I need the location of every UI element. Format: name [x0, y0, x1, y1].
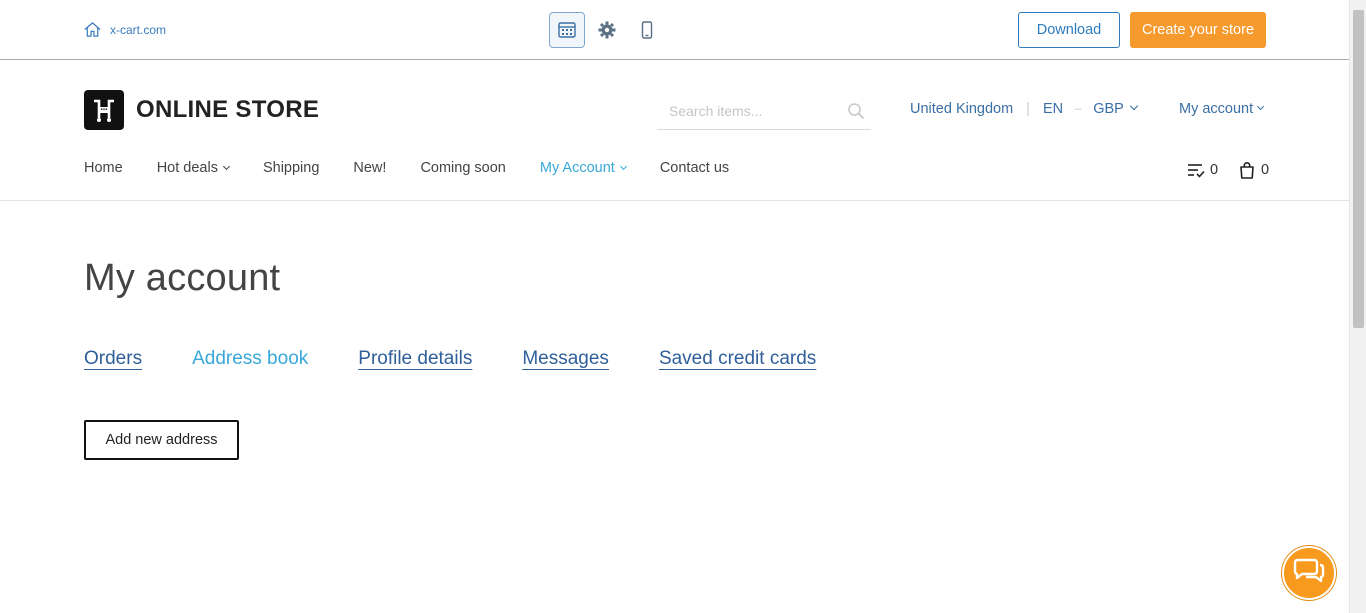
nav-item-new[interactable]: New!: [353, 160, 386, 176]
locale-divider: |: [1026, 101, 1030, 117]
search-icon[interactable]: [847, 102, 865, 120]
header-divider: [0, 200, 1349, 201]
mobile-phone-icon: [641, 21, 653, 39]
tab-messages[interactable]: Messages: [522, 348, 609, 370]
store-logo[interactable]: ONLINE STORE: [84, 90, 319, 130]
nav-item-label: Home: [84, 160, 123, 176]
settings-view-button[interactable]: [589, 12, 625, 48]
main-nav: Home Hot deals Shipping New! Coming soon…: [84, 160, 763, 176]
language-label[interactable]: EN: [1043, 101, 1063, 117]
nav-item-my-account[interactable]: My Account: [539, 160, 627, 176]
home-link-label: x-cart.com: [110, 22, 167, 37]
chevron-down-icon: [1257, 102, 1265, 110]
home-icon: [84, 22, 101, 37]
xcart-home-link[interactable]: x-cart.com: [83, 20, 166, 39]
country-label[interactable]: United Kingdom: [910, 101, 1013, 117]
cart-logo-icon: [94, 99, 114, 122]
add-new-address-button[interactable]: Add new address: [84, 420, 239, 460]
nav-item-coming-soon[interactable]: Coming soon: [420, 160, 505, 176]
nav-item-label: Shipping: [262, 160, 320, 176]
currency-label[interactable]: GBP: [1093, 101, 1124, 117]
cart-count: 0: [1261, 162, 1270, 178]
demo-topbar: x-cart.com Download Create your store: [0, 0, 1349, 60]
calendar-icon: [558, 22, 576, 38]
tab-profile-details[interactable]: Profile details: [358, 348, 472, 370]
page-scrollbar[interactable]: [1349, 0, 1366, 613]
compare-list-icon: [1188, 164, 1205, 178]
view-switcher: [549, 12, 665, 48]
chevron-down-icon: [1129, 101, 1139, 111]
my-account-label: My account: [1179, 101, 1254, 117]
scrollbar-thumb[interactable]: [1353, 10, 1364, 328]
locale-dash: –: [1075, 103, 1082, 115]
live-chat-button[interactable]: [1282, 546, 1336, 600]
compare-list-link[interactable]: 0: [1187, 161, 1218, 179]
nav-item-shipping[interactable]: Shipping: [263, 160, 319, 176]
locale-selector[interactable]: United Kingdom | EN – GBP: [910, 101, 1139, 117]
nav-item-label: Hot deals: [156, 160, 218, 176]
store-name: ONLINE STORE: [136, 96, 320, 123]
tab-orders[interactable]: Orders: [84, 348, 142, 370]
nav-item-label: Coming soon: [420, 160, 506, 176]
chevron-down-icon: [222, 162, 230, 170]
tab-address-book[interactable]: Address book: [192, 348, 308, 370]
logo-mark: [84, 90, 124, 130]
chat-bubbles-icon: [1293, 558, 1325, 583]
nav-item-label: Contact us: [659, 160, 730, 176]
download-button[interactable]: Download: [1018, 12, 1120, 48]
nav-item-label: New!: [353, 160, 387, 176]
chevron-down-icon: [619, 162, 627, 170]
compare-count: 0: [1210, 162, 1219, 178]
desktop-view-button[interactable]: [549, 12, 585, 48]
my-account-dropdown[interactable]: My account: [1179, 101, 1265, 117]
account-tabs: Orders Address book Profile details Mess…: [84, 348, 866, 370]
nav-item-home[interactable]: Home: [84, 160, 123, 176]
tab-saved-credit-cards[interactable]: Saved credit cards: [659, 348, 816, 370]
mobile-view-button[interactable]: [629, 12, 665, 48]
nav-item-label: My Account: [539, 160, 615, 176]
create-store-button[interactable]: Create your store: [1130, 12, 1266, 48]
shopping-bag-icon: [1240, 162, 1254, 179]
nav-item-hot-deals[interactable]: Hot deals: [156, 160, 230, 176]
search-box: [657, 92, 871, 130]
page-title: My account: [84, 257, 281, 299]
nav-item-contact-us[interactable]: Contact us: [660, 160, 729, 176]
search-input[interactable]: [669, 100, 839, 122]
cart-link[interactable]: 0: [1238, 161, 1269, 179]
gear-icon: [598, 21, 616, 39]
